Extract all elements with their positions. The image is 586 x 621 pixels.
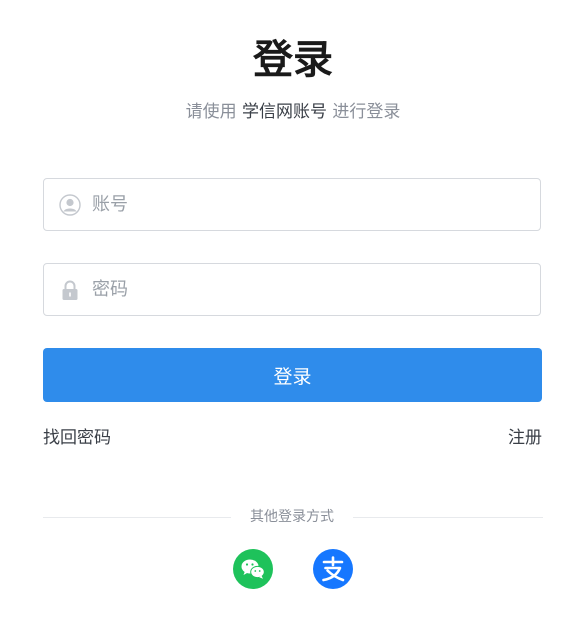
user-icon — [59, 194, 81, 216]
password-input[interactable] — [92, 264, 522, 315]
login-button[interactable]: 登录 — [43, 348, 542, 402]
divider-line-left — [43, 517, 231, 518]
wechat-login-button[interactable] — [233, 549, 273, 589]
lock-icon — [59, 279, 81, 301]
password-field[interactable] — [43, 263, 541, 316]
account-field[interactable] — [43, 178, 541, 231]
subtitle-prefix: 请使用 — [185, 102, 242, 122]
register-link[interactable]: 注册 — [508, 426, 542, 450]
page-subtitle: 请使用 学信网账号 进行登录 — [0, 100, 586, 124]
account-input[interactable] — [92, 179, 522, 230]
alipay-login-button[interactable] — [313, 549, 353, 589]
divider-line-right — [353, 517, 543, 518]
other-login-label: 其他登录方式 — [250, 509, 334, 525]
login-page: 登录 请使用 学信网账号 进行登录 登录 找回密码 注册 其他登录方式 — [0, 0, 586, 621]
forgot-password-link[interactable]: 找回密码 — [43, 426, 111, 450]
subtitle-suffix: 进行登录 — [327, 102, 401, 122]
subtitle-account-name: 学信网账号 — [242, 102, 327, 122]
page-title: 登录 — [253, 37, 333, 83]
